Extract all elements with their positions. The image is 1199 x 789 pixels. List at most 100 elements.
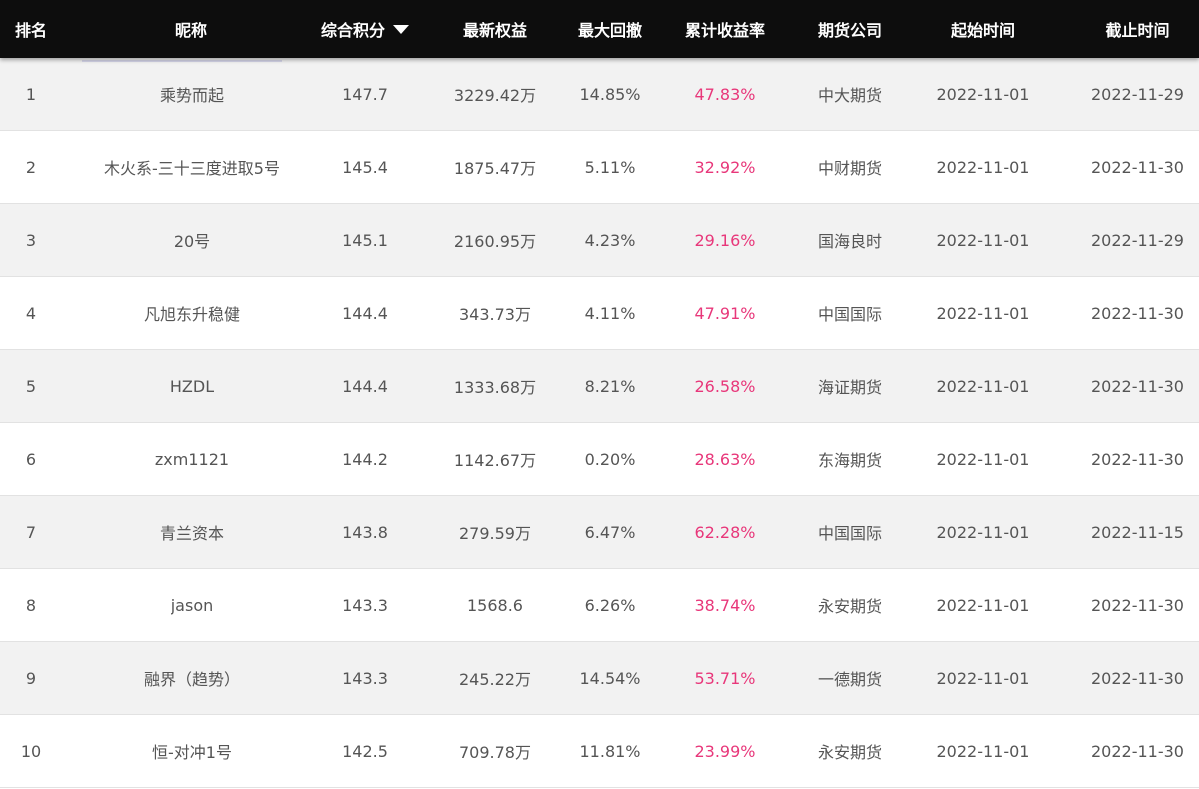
name-cell-text: 木火系-三十三度进取5号: [104, 159, 280, 178]
equity-cell: 3229.42万: [410, 58, 580, 130]
name-cell-text: HZDL: [169, 376, 215, 396]
header-drawdown: 最大回撤: [578, 21, 643, 40]
return-cell: 26.58%: [640, 350, 810, 422]
rank-cell: 10: [0, 715, 62, 787]
score-cell: 143.3: [320, 642, 410, 714]
rank-cell-text: 4: [25, 303, 37, 323]
name-cell-text: 青兰资本: [159, 524, 224, 543]
table-row[interactable]: 3 20号 145.1 2160.95万 4.23% 29.16% 国海良时 2022-11-…: [0, 204, 1199, 277]
rank-cell: 5: [0, 350, 62, 422]
rank-cell-text: 8: [25, 595, 37, 615]
company-cell: 中国国际: [810, 496, 890, 568]
start-time-cell-text: 2022-11-01: [936, 84, 1030, 104]
name-cell-text: zxm1121: [154, 449, 230, 469]
end-time-cell: 2022-11-30: [1076, 642, 1199, 714]
name-cell[interactable]: 青兰资本: [62, 496, 320, 568]
start-time-cell-text: 2022-11-01: [936, 668, 1030, 688]
table-row[interactable]: 2 木火系-三十三度进取5号 145.4 1875.47万 5.11% 32.92% 中财期…: [0, 131, 1199, 204]
start-time-cell-text: 2022-11-01: [936, 303, 1030, 323]
caret-down-icon[interactable]: [393, 24, 409, 34]
equity-cell-text: 279.59万: [459, 524, 531, 543]
equity-cell-text: 2160.95万: [453, 232, 537, 251]
drawdown-cell: 6.47%: [580, 496, 640, 568]
equity-cell-text: 1568.6: [467, 595, 523, 615]
rank-cell-text: 5: [25, 376, 37, 396]
equity-cell: 1142.67万: [410, 423, 580, 495]
company-cell: 中大期货: [810, 58, 890, 130]
table-row[interactable]: 1 乘势而起 147.7 3229.42万 14.85% 47.83% 中大期货 2022-1…: [0, 58, 1199, 131]
name-cell[interactable]: zxm1121: [62, 423, 320, 495]
table-row[interactable]: 4 凡旭东升稳健 144.4 343.73万 4.11% 47.91% 中国国际 2022-1…: [0, 277, 1199, 350]
table-row[interactable]: 9 融界（趋势） 143.3 245.22万 14.54% 53.71% 一德期货 2022-…: [0, 642, 1199, 715]
start-time-cell-text: 2022-11-01: [936, 741, 1030, 761]
return-cell: 47.91%: [640, 277, 810, 349]
return-cell: 62.28%: [640, 496, 810, 568]
table-row[interactable]: 5 HZDL 144.4 1333.68万 8.21% 26.58% 海证期货 2022-11…: [0, 350, 1199, 423]
name-cell[interactable]: jason: [62, 569, 320, 641]
company-cell: 中财期货: [810, 131, 890, 203]
name-cell[interactable]: HZDL: [62, 350, 320, 422]
rank-cell: 8: [0, 569, 62, 641]
end-time-cell: 2022-11-30: [1076, 277, 1199, 349]
return-cell-text: 23.99%: [694, 741, 756, 761]
name-cell[interactable]: 凡旭东升稳健: [62, 277, 320, 349]
header-score-label: 综合积分: [320, 21, 385, 40]
drawdown-cell: 4.23%: [580, 204, 640, 276]
score-cell: 144.4: [320, 277, 410, 349]
company-cell: 海证期货: [810, 350, 890, 422]
start-time-cell-text: 2022-11-01: [936, 449, 1030, 469]
name-cell[interactable]: 乘势而起: [62, 58, 320, 130]
return-cell-text: 47.91%: [694, 303, 756, 323]
rank-cell-text: 3: [25, 230, 37, 250]
return-cell-text: 38.74%: [694, 595, 756, 615]
end-time-cell: 2022-11-30: [1076, 423, 1199, 495]
rank-cell: 2: [0, 131, 62, 203]
start-time-cell-text: 2022-11-01: [936, 376, 1030, 396]
start-time-cell: 2022-11-01: [890, 204, 1076, 276]
company-cell: 国海良时: [810, 204, 890, 276]
start-time-cell: 2022-11-01: [890, 496, 1076, 568]
equity-cell-text: 245.22万: [459, 670, 531, 689]
drawdown-cell-text: 14.85%: [580, 84, 640, 104]
score-cell-text: 144.4: [342, 303, 388, 323]
return-cell: 23.99%: [640, 715, 810, 787]
return-cell: 47.83%: [640, 58, 810, 130]
header-return: 累计收益率: [684, 21, 765, 40]
end-time-cell-text: 2022-11-30: [1091, 303, 1184, 323]
end-time-cell: 2022-11-29: [1076, 58, 1199, 130]
return-cell-text: 29.16%: [694, 230, 756, 250]
start-time-cell: 2022-11-01: [890, 131, 1076, 203]
start-time-cell-text: 2022-11-01: [936, 522, 1030, 542]
score-cell: 145.1: [320, 204, 410, 276]
equity-cell: 245.22万: [410, 642, 580, 714]
company-cell-text: 中国国际: [817, 305, 882, 324]
rank-cell-text: 1: [25, 84, 37, 104]
company-cell-text: 国海良时: [817, 232, 882, 251]
score-cell: 145.4: [320, 131, 410, 203]
name-cell[interactable]: 20号: [62, 204, 320, 276]
table-row[interactable]: 10 恒-对冲1号 142.5 709.78万 11.81% 23.99% 永安期货 2022…: [0, 715, 1199, 788]
score-cell: 144.2: [320, 423, 410, 495]
name-cell[interactable]: 恒-对冲1号: [62, 715, 320, 787]
drawdown-cell-text: 11.81%: [580, 741, 640, 761]
table-header: 排名 昵称 综合积分 最新权益 最大回撤 累计收益率 期货公司 起始时间 截止时…: [0, 0, 1199, 58]
name-cell[interactable]: 木火系-三十三度进取5号: [62, 131, 320, 203]
score-cell: 144.4: [320, 350, 410, 422]
end-time-cell: 2022-11-30: [1076, 715, 1199, 787]
header-score-sortable[interactable]: 综合积分: [320, 0, 410, 58]
table-row[interactable]: 6 zxm1121 144.2 1142.67万 0.20% 28.63% 东海期货 2022…: [0, 423, 1199, 496]
score-cell-text: 144.4: [342, 376, 388, 396]
rank-cell-text: 7: [25, 522, 37, 542]
name-cell[interactable]: 融界（趋势）: [62, 642, 320, 714]
table-row[interactable]: 7 青兰资本 143.8 279.59万 6.47% 62.28% 中国国际 2022-11-…: [0, 496, 1199, 569]
drawdown-cell: 6.26%: [580, 569, 640, 641]
drawdown-cell-text: 8.21%: [584, 376, 636, 396]
header-company: 期货公司: [817, 21, 882, 40]
start-time-cell-text: 2022-11-01: [936, 157, 1030, 177]
table-row[interactable]: 8 jason 143.3 1568.6 6.26% 38.74% 永安期货 2022-11-…: [0, 569, 1199, 642]
rank-cell-text: 6: [25, 449, 37, 469]
end-time-cell-text: 2022-11-15: [1091, 522, 1184, 542]
score-cell-text: 143.8: [342, 522, 388, 542]
return-cell-text: 53.71%: [694, 668, 756, 688]
header-start-time: 起始时间: [950, 21, 1015, 40]
